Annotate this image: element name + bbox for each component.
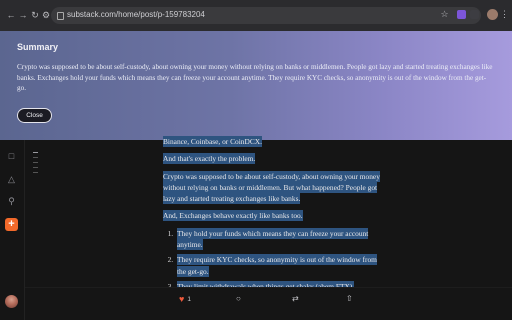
search-icon[interactable]: ⚲ <box>6 196 17 207</box>
bell-icon[interactable]: △ <box>6 174 17 185</box>
paragraph: Crypto was supposed to be about self-cus… <box>163 170 380 205</box>
like-button[interactable]: ♥ 1 <box>179 294 191 304</box>
more-menu-icon[interactable]: ⋮ <box>500 10 509 19</box>
comment-icon: ○ <box>236 294 241 303</box>
chat-icon[interactable]: □ <box>6 151 17 162</box>
left-sidebar: □ △ ⚲ + <box>0 140 25 320</box>
url-text: substack.com/home/post/p-159783204 <box>67 10 205 19</box>
share-icon: ⇧ <box>346 294 353 303</box>
profile-avatar[interactable] <box>487 9 498 20</box>
address-bar[interactable]: substack.com/home/post/p-159783204 <box>51 7 481 24</box>
back-icon[interactable]: ← <box>6 10 16 20</box>
close-button[interactable]: Close <box>17 108 52 123</box>
extension-icon[interactable] <box>457 10 466 19</box>
restack-icon: ⇄ <box>292 294 299 303</box>
list-item: They require KYC checks, so anonymity is… <box>175 254 383 277</box>
share-button[interactable]: ⇧ <box>346 294 353 304</box>
table-of-contents-marker[interactable] <box>33 152 38 177</box>
reload-icon[interactable]: ↻ <box>30 10 40 20</box>
browser-toolbar: ← → ↻ ⚙ substack.com/home/post/p-1597832… <box>0 0 512 31</box>
star-icon[interactable]: ☆ <box>440 10 449 19</box>
summary-title: Summary <box>17 42 59 52</box>
comment-button[interactable]: ○ <box>236 294 241 304</box>
lock-icon <box>57 12 64 20</box>
numbered-list: They hold your funds which means they ca… <box>163 227 383 292</box>
paragraph: And that's exactly the problem. <box>163 153 256 165</box>
heart-icon: ♥ <box>179 294 185 304</box>
post-action-bar: ♥ 1 ○ ⇄ ⇧ <box>25 287 512 311</box>
user-avatar[interactable] <box>5 295 18 308</box>
like-count: 1 <box>187 296 191 303</box>
paragraph: Binance, Coinbase, or CoinDCX. <box>163 136 262 147</box>
forward-icon[interactable]: → <box>18 10 28 20</box>
restack-button[interactable]: ⇄ <box>292 294 299 304</box>
create-post-button[interactable]: + <box>5 218 18 231</box>
list-item: They hold your funds which means they ca… <box>175 227 383 251</box>
summary-text: Crypto was supposed to be about self-cus… <box>17 63 493 92</box>
site-info-icon[interactable]: ⚙ <box>41 10 51 20</box>
post-content: Binance, Coinbase, or CoinDCX. And that'… <box>163 136 383 296</box>
paragraph: And, Exchanges behave exactly like banks… <box>163 210 303 222</box>
summary-panel: Summary Crypto was supposed to be about … <box>0 31 512 140</box>
extensions-puzzle-icon[interactable] <box>470 10 479 19</box>
